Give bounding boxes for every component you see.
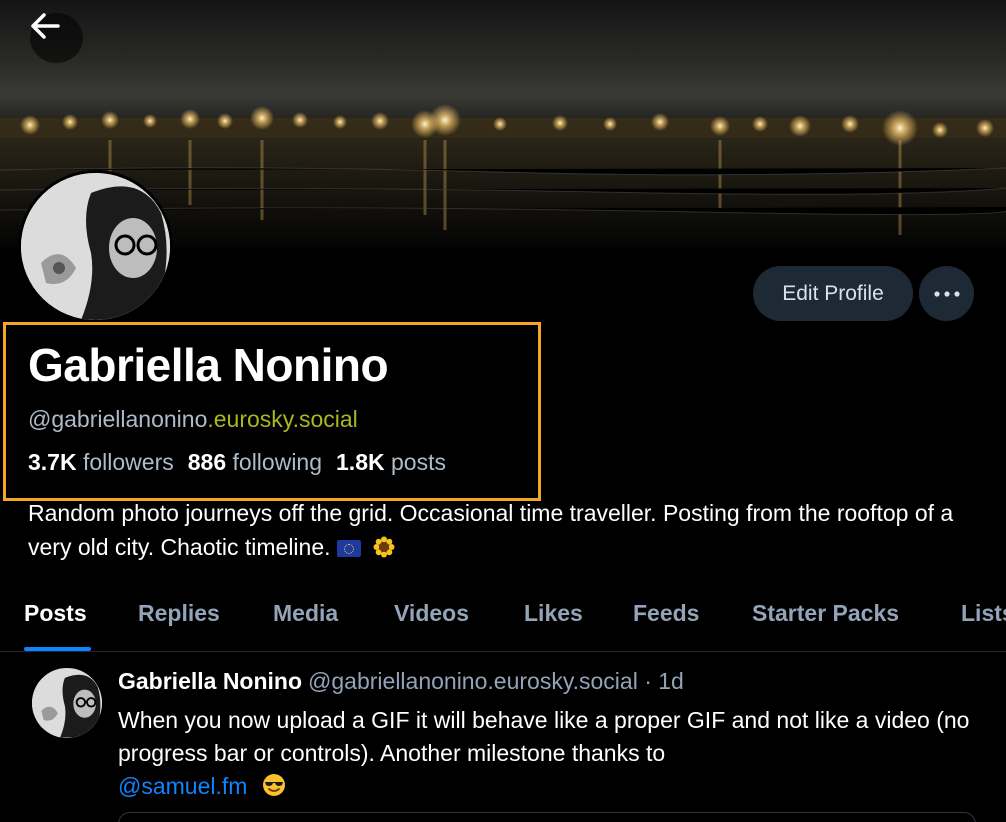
more-options-button[interactable] xyxy=(919,266,974,321)
post-mention-link[interactable]: @samuel.fm xyxy=(118,773,247,799)
post-timestamp[interactable]: 1d xyxy=(658,668,684,694)
profile-avatar[interactable] xyxy=(18,170,173,323)
tab-likes[interactable]: Likes xyxy=(524,600,583,627)
post-avatar[interactable] xyxy=(32,668,102,738)
arrow-left-icon xyxy=(31,13,60,39)
active-tab-indicator xyxy=(24,647,91,651)
post-header: Gabriella Nonino @gabriellanonino.eurosky… xyxy=(118,668,684,695)
following-label: following xyxy=(232,449,323,475)
profile-handle: @gabriellanonino.eurosky.social xyxy=(28,406,358,433)
profile-page: Edit Profile Gabriella Nonino @gabriella… xyxy=(0,0,1006,822)
posts-label: posts xyxy=(391,449,446,475)
post-text: When you now upload a GIF it will behave… xyxy=(118,707,970,766)
edit-profile-button[interactable]: Edit Profile xyxy=(753,266,913,321)
post-author-handle[interactable]: @gabriellanonino.eurosky.social xyxy=(308,668,638,694)
profile-stats: 3.7K followers 886 following 1.8K posts xyxy=(28,449,446,476)
tab-lists[interactable]: Lists xyxy=(961,600,1006,627)
profile-bio: Random photo journeys off the grid. Occa… xyxy=(28,496,988,567)
profile-display-name: Gabriella Nonino xyxy=(28,339,389,391)
posts-count: 1.8K xyxy=(336,449,385,475)
following-count: 886 xyxy=(187,449,227,475)
post-embed-card[interactable] xyxy=(118,812,976,822)
tab-videos[interactable]: Videos xyxy=(394,600,469,627)
tab-replies[interactable]: Replies xyxy=(138,600,220,627)
ellipsis-icon xyxy=(933,290,960,297)
post-avatar-image xyxy=(32,668,102,738)
tab-feeds[interactable]: Feeds xyxy=(633,600,699,627)
followers-label: followers xyxy=(82,449,174,475)
avatar-image xyxy=(21,173,170,320)
profile-tabs: Posts Replies Media Videos Likes Feeds S… xyxy=(0,592,1006,652)
back-button[interactable] xyxy=(30,13,83,63)
followers-count: 3.7K xyxy=(28,449,77,475)
bio-text: Random photo journeys off the grid. Occa… xyxy=(28,500,954,560)
followers-stat[interactable]: 3.7K followers xyxy=(28,449,174,476)
tab-starter-packs[interactable]: Starter Packs xyxy=(752,600,899,627)
following-stat[interactable]: 886 following xyxy=(188,449,322,476)
posts-stat: 1.8K posts xyxy=(336,449,446,476)
tab-media[interactable]: Media xyxy=(273,600,338,627)
tab-posts[interactable]: Posts xyxy=(24,600,87,627)
post-body: When you now upload a GIF it will behave… xyxy=(118,704,988,806)
handle-domain: .eurosky.social xyxy=(207,406,358,432)
eu-flag-icon xyxy=(336,540,361,557)
sunflower-icon xyxy=(373,533,395,567)
post-author-name[interactable]: Gabriella Nonino xyxy=(118,668,302,694)
post-separator: · xyxy=(644,668,652,694)
handle-user: @gabriellanonino xyxy=(28,406,208,432)
sunglasses-face-icon xyxy=(262,773,286,806)
